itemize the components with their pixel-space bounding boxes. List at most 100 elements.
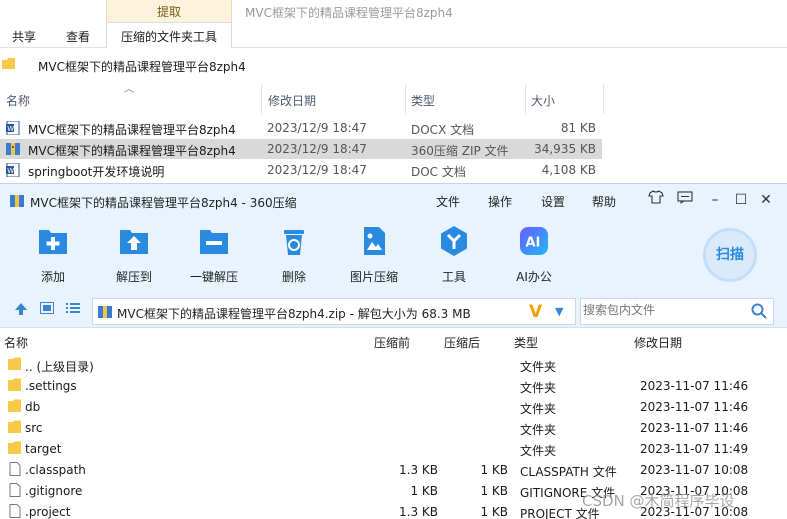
file-row[interactable]: W springboot开发环境说明 2023/12/9 18:47 DOC 文… (0, 160, 602, 180)
tools-icon (441, 226, 467, 256)
zip-window-title: MVC框架下的精品课程管理平台8zph4 - 360压缩 (30, 196, 297, 210)
scan-button[interactable]: 扫描 (703, 228, 757, 282)
add-button[interactable]: 添加 (13, 224, 93, 285)
zip-window: MVC框架下的精品课程管理平台8zph4 - 360压缩 文件 操作 设置 帮助… (0, 183, 787, 519)
zip-column-after[interactable]: 压缩后 (444, 334, 480, 351)
file-row[interactable]: W MVC框架下的精品课程管理平台8zph4 2023/12/9 18:47 D… (0, 118, 602, 138)
window-title: MVC框架下的精品课程管理平台8zph4 (245, 6, 453, 20)
archive-path-text: MVC框架下的精品课程管理平台8zph4.zip - 解包大小为 68.3 MB (117, 307, 471, 321)
archive-row[interactable]: db 文件夹 2023-11-07 11:46 (0, 396, 787, 417)
archive-row-name: .project (25, 505, 71, 519)
menu-settings[interactable]: 设置 (541, 193, 565, 210)
menu-help[interactable]: 帮助 (592, 193, 616, 210)
thumbnail-view-icon[interactable] (40, 302, 54, 318)
zip-column-name[interactable]: 名称 (4, 334, 28, 351)
delete-icon (284, 230, 304, 255)
archive-row-type: 文件夹 (520, 402, 557, 416)
file-modified: 2023/12/9 18:47 (267, 163, 367, 177)
explorer-ribbon: 共享 查看 提取 压缩的文件夹工具 MVC框架下的精品课程管理平台8zph4 (0, 0, 787, 48)
file-icon (9, 483, 21, 497)
menu-file[interactable]: 文件 (436, 193, 460, 210)
archive-row[interactable]: .. (上级目录) 文件夹 (0, 354, 787, 375)
archive-row-modified: 2023-11-07 11:46 (640, 421, 749, 435)
archive-row-name: .classpath (25, 463, 86, 477)
tab-view[interactable]: 查看 (66, 28, 90, 45)
archive-row-modified: 2023-11-07 11:46 (640, 379, 749, 393)
context-tab-group: 提取 压缩的文件夹工具 (106, 0, 232, 48)
file-type: DOCX 文档 (411, 123, 475, 137)
file-modified: 2023/12/9 18:47 (267, 142, 367, 156)
address-bar[interactable]: MVC框架下的精品课程管理平台8zph4 (0, 54, 787, 78)
chevron-down-icon[interactable]: ▼ (555, 305, 563, 318)
ai-office-button[interactable]: AI AI办公 (494, 224, 574, 285)
maximize-icon[interactable]: ☐ (731, 190, 751, 210)
archive-row[interactable]: .settings 文件夹 2023-11-07 11:46 (0, 375, 787, 396)
file-type: DOC 文档 (411, 165, 466, 179)
file-size: 34,935 KB (534, 142, 596, 156)
archive-row-name: db (25, 400, 41, 414)
svg-text:AI: AI (526, 236, 541, 251)
v-logo-icon[interactable]: V (529, 302, 542, 322)
archive-path-bar[interactable]: MVC框架下的精品课程管理平台8zph4.zip - 解包大小为 68.3 MB… (92, 298, 576, 325)
archive-row-type: 文件夹 (520, 360, 557, 374)
search-box[interactable] (580, 298, 774, 325)
folder-icon (8, 399, 21, 412)
tools-button[interactable]: 工具 (414, 224, 494, 285)
archive-row-type: 文件夹 (520, 381, 557, 395)
archive-row[interactable]: .classpath 1.3 KB 1 KB CLASSPATH 文件 2023-11-… (0, 459, 787, 480)
archive-row[interactable]: target 文件夹 2023-11-07 11:49 (0, 438, 787, 459)
search-icon[interactable] (751, 303, 767, 319)
tools-label: 工具 (441, 270, 466, 284)
extract-to-button[interactable]: 解压到 (94, 224, 174, 285)
file-icon (9, 462, 21, 476)
archive-row-name: src (25, 421, 43, 435)
ai-office-label: AI办公 (516, 270, 552, 284)
file-name: MVC框架下的精品课程管理平台8zph4 (28, 144, 236, 158)
zip-titlebar: MVC框架下的精品课程管理平台8zph4 - 360压缩 文件 操作 设置 帮助… (0, 184, 787, 218)
archive-row-before: 1.3 KB (399, 463, 438, 477)
folder-icon (8, 420, 21, 433)
zip-app-icon (10, 195, 24, 207)
search-input[interactable] (583, 303, 743, 317)
file-name: MVC框架下的精品课程管理平台8zph4 (28, 123, 236, 137)
file-row-selected[interactable]: MVC框架下的精品课程管理平台8zph4 2023/12/9 18:47 360… (0, 139, 602, 159)
ai-office-icon: AI (520, 227, 548, 255)
archive-row-after: 1 KB (480, 505, 508, 519)
archive-row[interactable]: src 文件夹 2023-11-07 11:46 (0, 417, 787, 438)
tab-compressed-folder-tools[interactable]: 压缩的文件夹工具 (106, 22, 232, 48)
file-icon (9, 504, 21, 518)
archive-row-name: target (25, 442, 62, 456)
folder-icon (8, 441, 21, 454)
zip-column-modified[interactable]: 修改日期 (634, 334, 682, 351)
context-group-label: 提取 (156, 5, 181, 19)
one-click-extract-button[interactable]: 一键解压 (174, 224, 254, 285)
list-view-icon[interactable] (66, 302, 80, 318)
zip-column-type[interactable]: 类型 (514, 334, 538, 351)
zip-archive-icon (6, 143, 20, 155)
file-size: 81 KB (560, 121, 596, 135)
archive-row-type: CLASSPATH 文件 (520, 465, 617, 479)
archive-row-after: 1 KB (480, 463, 508, 477)
archive-row-name: .settings (25, 379, 77, 393)
skin-shirt-icon[interactable] (646, 190, 666, 210)
archive-row-modified: 2023-11-07 11:46 (640, 400, 749, 414)
image-compress-label: 图片压缩 (349, 270, 398, 284)
image-compress-button[interactable]: 图片压缩 (334, 224, 414, 285)
column-header-modified[interactable]: 修改日期 (262, 84, 405, 112)
svg-text:W: W (7, 125, 14, 133)
feedback-icon[interactable] (675, 190, 695, 210)
zip-column-compressed[interactable]: 压缩前 (374, 334, 410, 351)
svg-text:W: W (7, 167, 14, 175)
archive-row-name: .gitignore (25, 484, 83, 498)
add-label: 添加 (40, 270, 65, 284)
folder-icon (2, 58, 15, 69)
close-icon[interactable]: ✕ (756, 190, 776, 210)
tab-share[interactable]: 共享 (12, 28, 36, 45)
column-header-size[interactable]: 大小 (525, 84, 603, 112)
column-header-type[interactable]: 类型 (405, 84, 525, 112)
column-header-name[interactable]: 名称 (0, 84, 262, 112)
up-arrow-icon[interactable] (14, 302, 28, 320)
delete-button[interactable]: 删除 (254, 224, 334, 285)
menu-operate[interactable]: 操作 (488, 193, 512, 210)
minimize-icon[interactable]: – (705, 190, 725, 210)
